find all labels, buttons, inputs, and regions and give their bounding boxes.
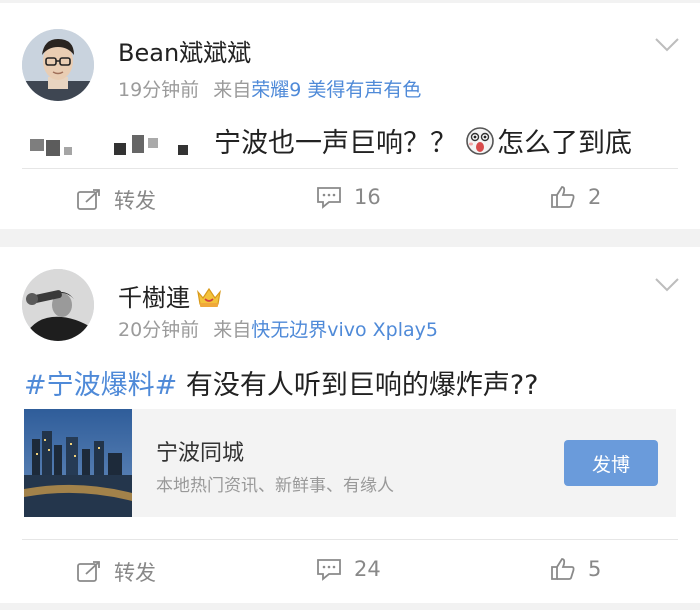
chevron-down-icon[interactable] — [654, 277, 680, 293]
repost-icon — [77, 561, 100, 582]
repost-label: 转发 — [114, 561, 156, 585]
post-meta: 20分钟前 来自快无边界vivo Xplay5 — [118, 315, 438, 342]
chevron-down-icon[interactable] — [654, 37, 680, 53]
repost-icon — [77, 189, 100, 210]
pixelated-text — [30, 138, 44, 151]
post-text: 宁波也一声巨响？？ 怎么了到底 — [30, 121, 632, 160]
post-time: 20分钟前 — [118, 319, 200, 341]
post-text-end: 怎么了到底 — [497, 128, 632, 159]
city-thumbnail-image — [24, 409, 132, 517]
comment-count: 16 — [354, 185, 381, 209]
thumbs-up-icon — [551, 186, 575, 208]
source-link[interactable]: 荣耀9 美得有声有色 — [251, 79, 421, 101]
divider — [22, 539, 678, 540]
share-card-subtitle: 本地热门资讯、新鲜事、有缘人 — [156, 476, 394, 496]
username[interactable]: Bean斌斌斌 — [118, 33, 251, 68]
post-text-body: 有没有人听到巨响的爆炸声?? — [177, 370, 539, 401]
source-prefix: 来自 — [213, 79, 252, 101]
repost-button[interactable]: 转发 — [76, 557, 156, 587]
scared-face-emoji-icon — [466, 126, 494, 155]
like-count: 2 — [588, 185, 602, 209]
share-card[interactable]: 宁波同城 本地热门资讯、新鲜事、有缘人 发博 — [24, 409, 676, 517]
post-text: #宁波爆料# 有没有人听到巨响的爆炸声?? — [24, 363, 539, 402]
like-button[interactable]: 2 — [550, 185, 601, 209]
source-prefix: 来自 — [213, 319, 252, 341]
repost-button[interactable]: 转发 — [76, 185, 156, 215]
share-card-title: 宁波同城 — [156, 441, 245, 466]
weibo-post-2: 千樹連 20分钟前 来自快无边界vivo Xplay5 #宁波爆料# 有没有人听到… — [0, 247, 700, 603]
source-link[interactable]: 快无边界vivo Xplay5 — [251, 319, 438, 341]
avatar[interactable] — [22, 269, 94, 341]
repost-label: 转发 — [114, 189, 156, 213]
username: 千樹連 — [118, 278, 222, 313]
divider — [22, 168, 678, 169]
username-text[interactable]: 千樹連 — [118, 284, 190, 312]
like-count: 5 — [588, 557, 602, 581]
post-weibo-button[interactable]: 发博 — [564, 440, 658, 486]
comment-icon — [317, 559, 341, 581]
post-meta: 19分钟前 来自荣耀9 美得有声有色 — [118, 75, 421, 102]
comment-count: 24 — [354, 557, 381, 581]
hashtag-link[interactable]: #宁波爆料# — [24, 370, 177, 401]
comment-icon — [317, 187, 341, 209]
post-text-body: 宁波也一声巨响？？ — [214, 128, 457, 159]
vip-crown-icon — [197, 287, 221, 307]
comment-button[interactable]: 24 — [316, 557, 381, 581]
avatar[interactable] — [22, 29, 94, 101]
weibo-post-1: Bean斌斌斌 19分钟前 来自荣耀9 美得有声有色 宁波也一声巨响？？ 怎么了到… — [0, 3, 700, 229]
thumbs-up-icon — [551, 558, 575, 580]
comment-button[interactable]: 16 — [316, 185, 381, 209]
like-button[interactable]: 5 — [550, 557, 601, 581]
post-time: 19分钟前 — [118, 79, 200, 101]
